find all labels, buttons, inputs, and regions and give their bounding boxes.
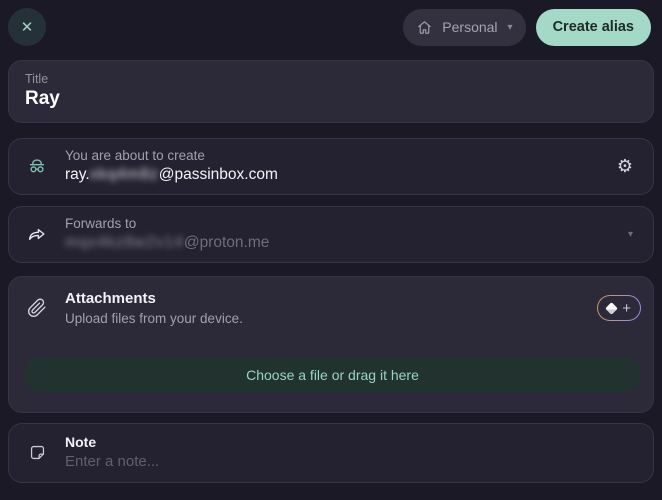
- topbar: ✕ Personal ▾ Create alias: [0, 0, 662, 54]
- forward-arrow-icon: [24, 223, 50, 245]
- alias-address-value: ray.xkq4m8z@passinbox.com: [65, 166, 278, 184]
- forward-redacted-segment: mqx4kz8w2v14: [65, 234, 184, 251]
- attachments-texts: Attachments Upload files from your devic…: [65, 290, 243, 326]
- chevron-down-icon: ▾: [508, 22, 513, 33]
- pass-plus-diamond-icon: [605, 302, 618, 315]
- home-icon: [416, 19, 433, 36]
- create-alias-button[interactable]: Create alias: [536, 9, 651, 46]
- alias-address-text: You are about to create ray.xkq4m8z@pass…: [65, 148, 278, 184]
- close-button[interactable]: ✕: [8, 8, 46, 46]
- forwards-to-card[interactable]: Forwards to mqx4kz8w2v14@proton.me ▾: [8, 206, 654, 263]
- title-field-card: Title: [8, 60, 654, 123]
- paperclip-icon: [24, 298, 50, 318]
- plus-icon: +: [622, 301, 631, 316]
- vault-label: Personal: [442, 19, 497, 35]
- note-card: Note: [8, 423, 654, 483]
- alias-settings-button[interactable]: ⚙: [611, 153, 639, 179]
- choose-file-button[interactable]: Choose a file or drag it here: [24, 357, 641, 392]
- note-texts: Note: [65, 434, 639, 471]
- note-label: Note: [65, 434, 639, 450]
- title-label: Title: [25, 72, 637, 86]
- attachments-title: Attachments: [65, 290, 243, 307]
- attachments-upgrade-button[interactable]: +: [597, 295, 641, 321]
- alias-mask-icon: [24, 155, 50, 177]
- alias-domain: @passinbox.com: [159, 166, 278, 183]
- alias-redacted-segment: xkq4m8z: [90, 166, 159, 183]
- alias-address-card: You are about to create ray.xkq4m8z@pass…: [8, 138, 654, 195]
- alias-prefix: ray.: [65, 166, 90, 183]
- forwards-to-label: Forwards to: [65, 216, 269, 231]
- alias-address-label: You are about to create: [65, 148, 278, 163]
- attachments-card: Attachments Upload files from your devic…: [8, 276, 654, 413]
- forward-domain: @proton.me: [184, 234, 270, 251]
- alias-create-view: ✕ Personal ▾ Create alias Title: [0, 0, 662, 483]
- alias-form: Title You are about to create ray.xkq4m8…: [0, 54, 662, 483]
- forwards-to-text: Forwards to mqx4kz8w2v14@proton.me: [65, 216, 269, 252]
- gear-icon: ⚙: [617, 156, 633, 176]
- chevron-down-icon: ▾: [622, 227, 639, 242]
- forwards-to-value: mqx4kz8w2v14@proton.me: [65, 234, 269, 252]
- attachments-subtitle: Upload files from your device.: [65, 311, 243, 326]
- note-icon: [24, 443, 50, 462]
- topbar-actions: Personal ▾ Create alias: [403, 9, 651, 46]
- attachments-header: Attachments Upload files from your devic…: [24, 290, 641, 326]
- close-icon: ✕: [21, 20, 34, 35]
- title-input[interactable]: [25, 88, 637, 110]
- vault-selector-button[interactable]: Personal ▾: [403, 9, 525, 46]
- note-input[interactable]: [65, 453, 639, 470]
